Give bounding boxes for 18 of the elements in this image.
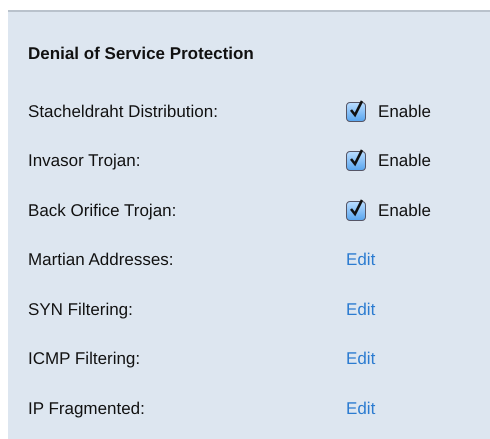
checkbox-label: Enable bbox=[378, 200, 431, 221]
checkbox-label: Enable bbox=[378, 102, 431, 122]
section-title: Denial of Service Protection bbox=[28, 44, 255, 64]
checkbox[interactable] bbox=[346, 200, 366, 221]
edit-link[interactable]: Edit bbox=[346, 398, 490, 419]
field-label: ICMP Filtering: bbox=[28, 349, 142, 370]
field-label: IP Fragmented: bbox=[28, 398, 146, 419]
field-label: Invasor Trojan: bbox=[28, 151, 142, 172]
field-label: SYN Filtering: bbox=[28, 300, 134, 320]
field-label: Back Orifice Trojan: bbox=[28, 200, 178, 221]
checkbox-label: Enable bbox=[378, 151, 431, 172]
field-label: Martian Addresses: bbox=[28, 250, 175, 270]
edit-link[interactable]: Edit bbox=[346, 300, 490, 320]
checkbox[interactable] bbox=[346, 102, 366, 122]
field-label: Stacheldraht Distribution: bbox=[28, 102, 219, 122]
edit-link[interactable]: Edit bbox=[346, 349, 490, 370]
edit-link[interactable]: Edit bbox=[346, 250, 490, 270]
checkbox[interactable] bbox=[346, 151, 366, 172]
